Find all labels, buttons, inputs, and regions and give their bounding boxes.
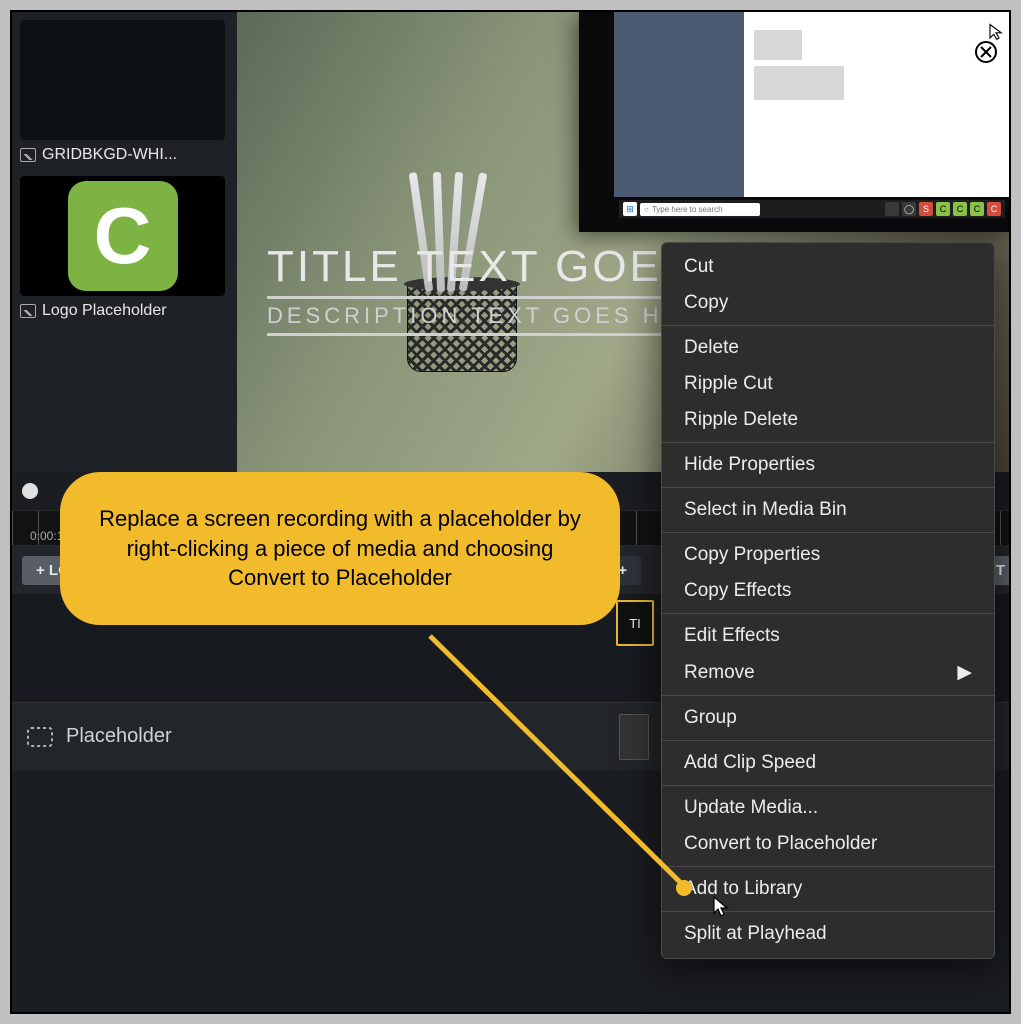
media-thumbnail: C (20, 176, 225, 296)
taskbar-app-icon: ◯ (902, 202, 916, 216)
taskbar-app-icon: C (970, 202, 984, 216)
cursor-icon (712, 896, 730, 918)
media-item-logo[interactable]: C Logo Placeholder (20, 176, 229, 320)
placeholder-clip-icon (26, 723, 54, 751)
menu-separator (662, 487, 994, 488)
menu-remove[interactable]: Remove▶ (662, 654, 994, 691)
placeholder-label: Placeholder (66, 725, 172, 748)
callout-text: Replace a screen recording with a placeh… (99, 506, 581, 590)
menu-ripple-delete[interactable]: Ripple Delete (662, 402, 994, 438)
taskbar-app-icon: S (919, 202, 933, 216)
context-menu: Cut Copy Delete Ripple Cut Ripple Delete… (661, 242, 995, 959)
menu-separator (662, 325, 994, 326)
menu-separator (662, 785, 994, 786)
menu-separator (662, 695, 994, 696)
media-item-grid[interactable]: GRIDBKGD-WHI... (20, 20, 229, 164)
media-bin: GRIDBKGD-WHI... C Logo Placeholder (12, 12, 237, 472)
annotation-callout: Replace a screen recording with a placeh… (60, 472, 620, 625)
menu-add-clip-speed[interactable]: Add Clip Speed (662, 745, 994, 781)
menu-separator (662, 740, 994, 741)
menu-hide-properties[interactable]: Hide Properties (662, 447, 994, 483)
menu-separator (662, 532, 994, 533)
menu-convert-to-placeholder[interactable]: Convert to Placeholder (662, 826, 994, 862)
callout-pointer-line (420, 630, 700, 900)
camtasia-logo-icon: C (68, 181, 178, 291)
media-thumbnail (20, 20, 225, 140)
submenu-arrow-icon: ▶ (957, 661, 972, 684)
menu-separator (662, 613, 994, 614)
media-label: GRIDBKGD-WHI... (42, 146, 177, 164)
media-label: Logo Placeholder (42, 302, 167, 320)
menu-copy[interactable]: Copy (662, 285, 994, 321)
callout-pointer-dot-icon (676, 880, 692, 896)
taskbar-app-icon: C (936, 202, 950, 216)
menu-copy-properties[interactable]: Copy Properties (662, 537, 994, 573)
menu-update-media[interactable]: Update Media... (662, 790, 994, 826)
taskbar-search-placeholder: Type here to search (652, 205, 723, 214)
menu-copy-effects[interactable]: Copy Effects (662, 573, 994, 609)
taskbar: ⊞ ○Type here to search ◯ S C C C C (619, 200, 1005, 218)
menu-cut[interactable]: Cut (662, 249, 994, 285)
menu-separator (662, 866, 994, 867)
menu-delete[interactable]: Delete (662, 330, 994, 366)
windows-start-icon: ⊞ (623, 202, 637, 216)
description-text: DESCRIPTION TEXT GOES HE (267, 296, 681, 336)
taskbar-app-icon (885, 202, 899, 216)
menu-edit-effects[interactable]: Edit Effects (662, 618, 994, 654)
inset-monitor: ⊞ ○Type here to search ◯ S C C C C (579, 12, 1009, 232)
image-icon (20, 148, 36, 162)
menu-separator (662, 442, 994, 443)
close-circle-icon (971, 34, 1001, 64)
image-icon (20, 304, 36, 318)
menu-group[interactable]: Group (662, 700, 994, 736)
taskbar-search: ○Type here to search (640, 203, 760, 216)
taskbar-app-icon: C (953, 202, 967, 216)
menu-ripple-cut[interactable]: Ripple Cut (662, 366, 994, 402)
menu-split-at-playhead[interactable]: Split at Playhead (662, 916, 994, 952)
taskbar-app-icon: C (987, 202, 1001, 216)
menu-select-in-bin[interactable]: Select in Media Bin (662, 492, 994, 528)
zoom-handle-icon[interactable] (22, 483, 38, 499)
